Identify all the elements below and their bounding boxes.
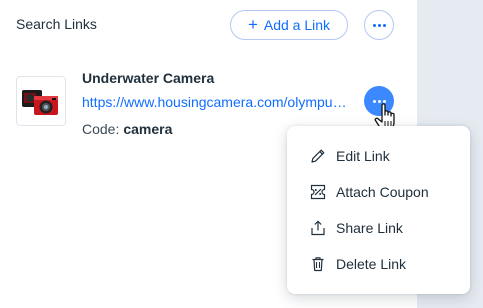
- menu-item-label: Edit Link: [336, 148, 390, 164]
- link-title: Underwater Camera: [82, 70, 215, 86]
- product-thumbnail: [16, 76, 66, 126]
- add-link-button[interactable]: + Add a Link: [230, 10, 348, 40]
- menu-item-label: Share Link: [336, 220, 403, 236]
- more-dots-icon: [372, 23, 386, 27]
- menu-item-share-link[interactable]: Share Link: [287, 210, 470, 246]
- coupon-icon: [309, 183, 327, 201]
- code-label: Code:: [82, 121, 120, 137]
- panel-title: Search Links: [16, 16, 97, 32]
- link-code: Code: camera: [82, 121, 172, 137]
- menu-item-edit-link[interactable]: Edit Link: [287, 138, 470, 174]
- add-link-label: Add a Link: [263, 17, 331, 33]
- share-icon: [309, 219, 327, 237]
- menu-item-label: Delete Link: [336, 256, 407, 272]
- camera-image: [22, 90, 58, 115]
- menu-item-attach-coupon[interactable]: Attach Coupon: [287, 174, 470, 210]
- menu-item-label: Attach Coupon: [336, 184, 429, 200]
- menu-item-delete-link[interactable]: Delete Link: [287, 246, 470, 282]
- pencil-icon: [309, 147, 327, 165]
- plus-icon: +: [247, 15, 258, 34]
- link-url[interactable]: https://www.housingcamera.com/olympus-to…: [82, 94, 350, 110]
- code-value: camera: [123, 121, 173, 137]
- trash-icon: [309, 255, 327, 273]
- more-options-button[interactable]: [364, 10, 394, 40]
- link-actions-menu: Edit Link Attach Coupon Share Link Delet…: [287, 126, 470, 294]
